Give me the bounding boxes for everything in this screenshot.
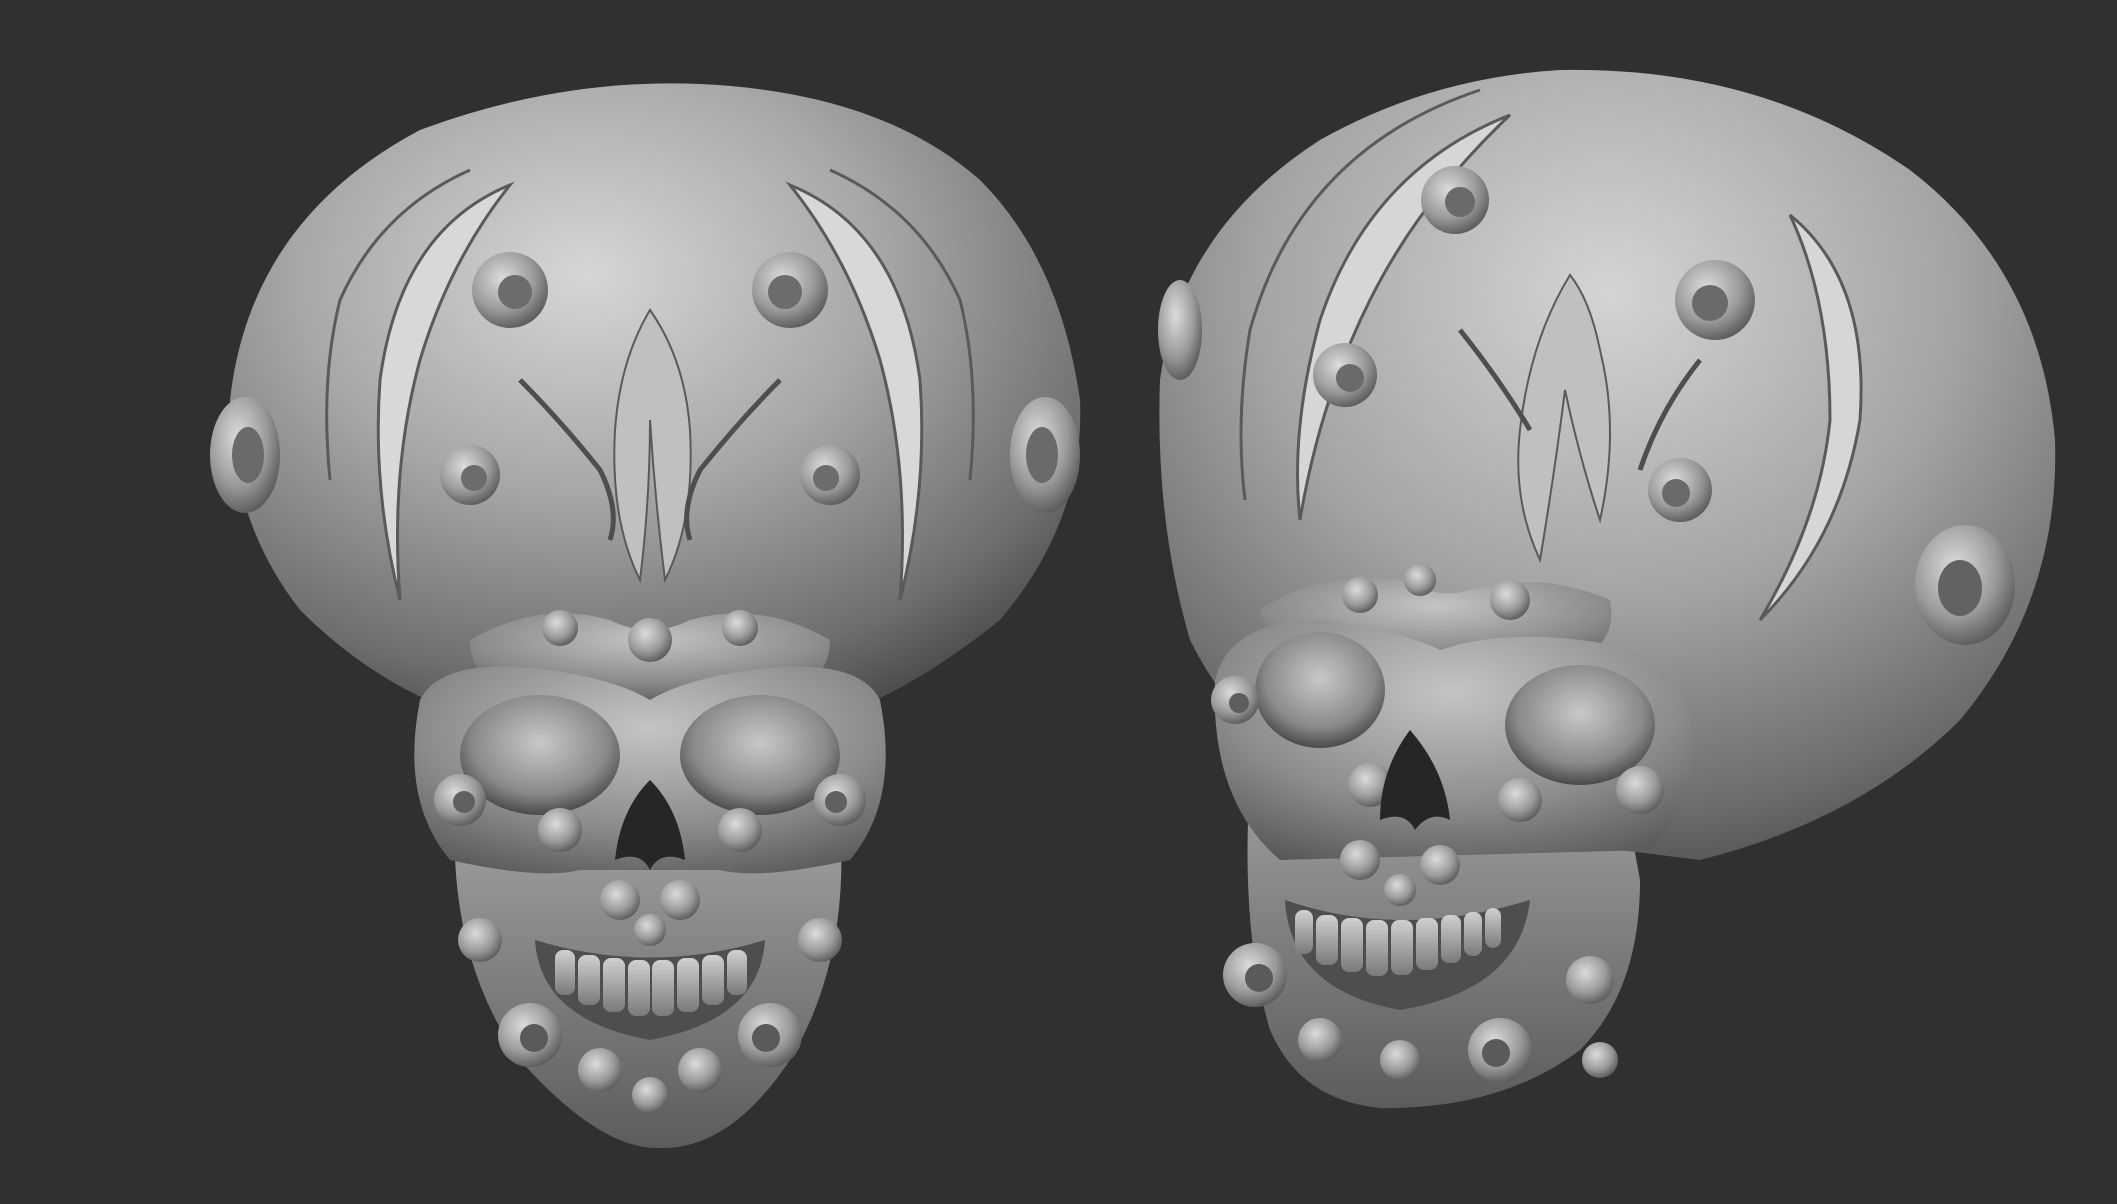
viewport-canvas[interactable] xyxy=(0,0,2117,1204)
temple-swirl-left xyxy=(1158,280,1202,380)
eye-socket-right xyxy=(1505,665,1655,785)
skull-front-view xyxy=(210,83,1081,1149)
eye-socket-left xyxy=(1255,632,1385,748)
skull-three-quarter-view xyxy=(1158,69,2056,1109)
